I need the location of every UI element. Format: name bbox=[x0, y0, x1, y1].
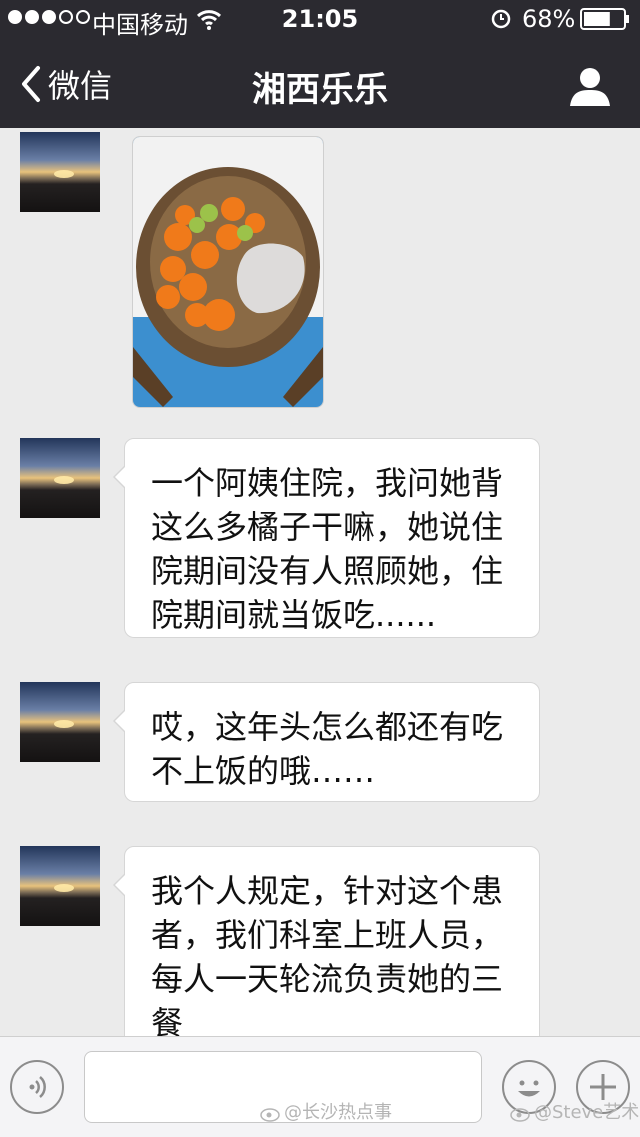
voice-icon bbox=[29, 1076, 46, 1098]
text-message-bubble[interactable]: 哎，这年头怎么都还有吃不上饭的哦…… bbox=[113, 682, 540, 802]
person-icon[interactable] bbox=[568, 64, 612, 108]
watermark-text: @长沙热点事 bbox=[284, 1102, 392, 1123]
status-bar: 中国移动 21:05 68% bbox=[0, 0, 640, 40]
text-message-bubble[interactable]: 一个阿姨住院，我问她背这么多橘子干嘛，她说住院期间没有人照顾她，住院期间就当饭吃… bbox=[113, 438, 540, 638]
message-item: 一个阿姨住院，我问她背这么多橘子干嘛，她说住院期间没有人照顾她，住院期间就当饭吃… bbox=[0, 438, 640, 638]
fruit-basket-photo bbox=[133, 137, 323, 407]
message-item: 哎，这年头怎么都还有吃不上饭的哦…… bbox=[0, 682, 640, 802]
message-text: 哎，这年头怎么都还有吃不上饭的哦…… bbox=[151, 708, 504, 790]
chat-title: 湘西乐乐 bbox=[252, 70, 388, 110]
watermark: @Steve艺术 bbox=[510, 1098, 639, 1124]
avatar[interactable] bbox=[20, 132, 100, 212]
sunset-avatar-image bbox=[20, 846, 100, 926]
text-message-bubble[interactable]: 我个人规定，针对这个患者，我们科室上班人员，每人一天轮流负责她的三餐 bbox=[113, 846, 540, 1036]
sunset-avatar-image bbox=[20, 682, 100, 762]
watermark: @长沙热点事 bbox=[260, 1098, 392, 1124]
watermark-text: @Steve艺术 bbox=[534, 1102, 640, 1123]
weibo-logo-icon bbox=[510, 1108, 530, 1122]
message-item bbox=[0, 132, 640, 412]
navigation-bar: 微信 湘西乐乐 bbox=[0, 40, 640, 128]
battery-icon bbox=[580, 8, 629, 30]
avatar[interactable] bbox=[20, 682, 100, 762]
message-text: 我个人规定，针对这个患者，我们科室上班人员，每人一天轮流负责她的三餐 bbox=[151, 872, 504, 1036]
sunset-avatar-image bbox=[20, 132, 100, 212]
voice-button[interactable] bbox=[10, 1060, 64, 1114]
battery-percentage: 68% bbox=[522, 5, 576, 33]
sunset-avatar-image bbox=[20, 438, 100, 518]
chat-area[interactable]: 一个阿姨住院，我问她背这么多橘子干嘛，她说住院期间没有人照顾她，住院期间就当饭吃… bbox=[0, 128, 640, 1036]
weibo-logo-icon bbox=[260, 1108, 280, 1122]
photo-message[interactable] bbox=[132, 136, 324, 408]
message-text: 一个阿姨住院，我问她背这么多橘子干嘛，她说住院期间没有人照顾她，住院期间就当饭吃… bbox=[151, 464, 504, 634]
avatar[interactable] bbox=[20, 846, 100, 926]
alarm-icon bbox=[491, 9, 511, 29]
avatar[interactable] bbox=[20, 438, 100, 518]
message-item: 我个人规定，针对这个患者，我们科室上班人员，每人一天轮流负责她的三餐 bbox=[0, 846, 640, 1036]
